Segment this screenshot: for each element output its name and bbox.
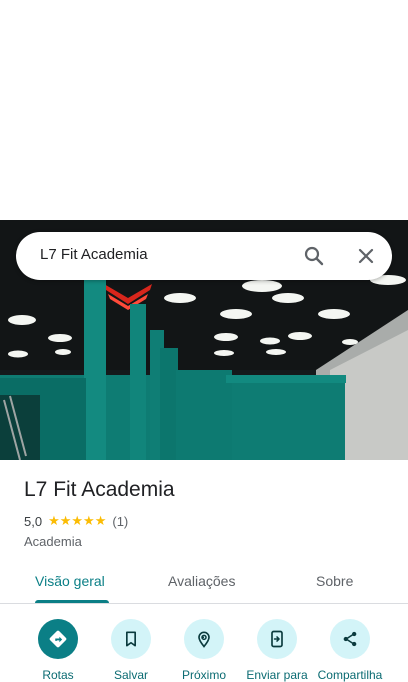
send-to-phone-button[interactable]: Enviar para: [237, 619, 317, 682]
tab-about[interactable]: Sobre: [316, 573, 353, 589]
nearby-button[interactable]: Próximo: [164, 619, 244, 682]
nearby-icon: [184, 619, 224, 659]
send-to-phone-icon: [257, 619, 297, 659]
search-bar[interactable]: L7 Fit Academia: [16, 232, 392, 280]
tab-overview[interactable]: Visão geral: [35, 573, 105, 589]
search-icon[interactable]: [302, 244, 326, 268]
save-button[interactable]: Salvar: [91, 619, 171, 682]
share-icon: [330, 619, 370, 659]
tabs-divider: [0, 603, 408, 604]
directions-button[interactable]: Rotas: [18, 619, 98, 682]
place-category: Academia: [24, 534, 82, 549]
share-button[interactable]: Compartilha: [310, 619, 390, 682]
close-icon[interactable]: [354, 244, 378, 268]
bookmark-icon: [111, 619, 151, 659]
place-title: L7 Fit Academia: [24, 478, 175, 501]
tab-reviews[interactable]: Avaliações: [168, 573, 235, 589]
directions-icon: [38, 619, 78, 659]
rating-value: 5,0: [24, 513, 43, 529]
search-query-text[interactable]: L7 Fit Academia: [40, 246, 148, 263]
rating-row[interactable]: 5,0 ★★★★★ (1): [24, 513, 128, 529]
map-blank-area: [0, 0, 408, 220]
rating-stars-icon: ★★★★★: [48, 513, 107, 528]
review-count: (1): [112, 513, 129, 529]
